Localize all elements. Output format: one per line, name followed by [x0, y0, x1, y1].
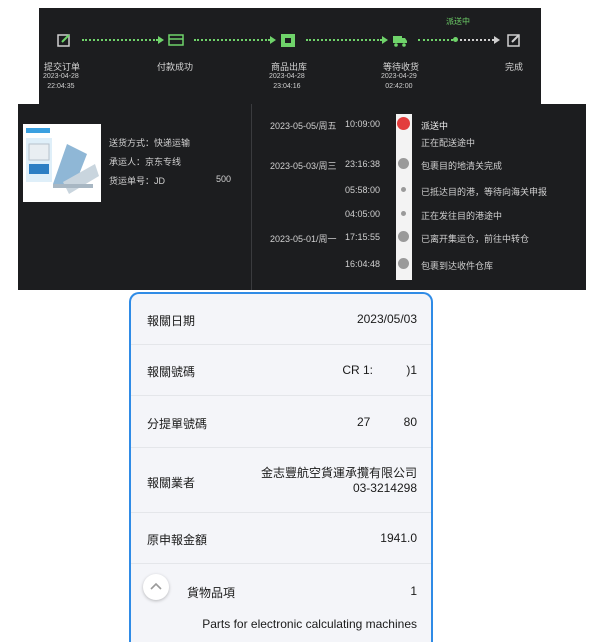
timeline-track — [396, 114, 412, 280]
carrier: 承运人：京东专线 — [109, 157, 182, 167]
sub-bill-number-row: 分提單號碼 27 80 — [131, 396, 431, 448]
row-value: 27 80 — [356, 415, 417, 429]
timeline-time: 10:09:00 — [345, 119, 381, 129]
timeline-status: 正在发往目的港途中 — [421, 211, 503, 221]
row-label: 原申報金額 — [147, 533, 208, 547]
shipment-panel: 送货方式：快递运输 承运人：京东专线 货运单号：JD 500 2023-05-0… — [18, 104, 586, 290]
delivering-status-icon — [397, 117, 410, 130]
timeline-dot — [401, 187, 406, 192]
truck-icon — [393, 36, 407, 47]
row-value: CR 1: )1 — [342, 363, 417, 377]
submit-order-icon — [57, 34, 70, 47]
product-thumbnail[interactable] — [23, 124, 101, 202]
timeline-date: 2023-05-03/周三 — [270, 161, 337, 171]
progress-connector — [82, 39, 158, 41]
timeline-detail: 正在配送途中 — [421, 138, 476, 148]
row-value: 金志豐航空貨運承攬有限公司 — [260, 466, 417, 480]
row-label: 報關業者 — [147, 476, 196, 490]
timeline-status: 已抵达目的港，等待向海关申报 — [421, 187, 548, 197]
progress-connector — [418, 39, 453, 41]
product-image — [23, 124, 101, 202]
declaration-number-row: 報關號碼 CR 1: )1 — [131, 345, 431, 396]
progress-connector — [306, 39, 382, 41]
payment-icon — [168, 34, 184, 46]
chevron-up-icon — [150, 582, 162, 590]
row-value: 1941.0 — [380, 531, 417, 545]
timeline-time: 17:15:55 — [345, 232, 381, 242]
step-label-complete: 完成 — [505, 62, 524, 72]
row-value: 2023/05/03 — [356, 312, 417, 326]
row-label: 報關號碼 — [147, 365, 196, 379]
progress-connector — [194, 39, 270, 41]
customs-declaration-card: 報關日期 2023/05/03 報關號碼 CR 1: )1 分提單號碼 27 8… — [129, 292, 433, 642]
complete-icon — [507, 34, 520, 47]
row-value-phone: 03-3214298 — [352, 481, 417, 495]
collapse-button[interactable] — [143, 574, 169, 600]
timeline-date: 2023-05-01/周一 — [270, 234, 337, 244]
declaration-date-row: 報關日期 2023/05/03 — [131, 294, 431, 345]
warehouse-out-icon — [281, 34, 295, 47]
progress-arrow — [270, 36, 276, 44]
goods-items-label: 貨物品項 — [187, 586, 236, 600]
panel-divider — [251, 104, 252, 290]
timeline-status-current: 派送中 — [421, 121, 449, 131]
row-label: 報關日期 — [147, 314, 196, 328]
timeline-status: 包裹到达收件仓库 — [421, 261, 494, 271]
row-label: 分提單號碼 — [147, 417, 208, 431]
timeline-status: 已离开集运仓，前往中转仓 — [421, 234, 530, 244]
consolidation-icon — [398, 231, 409, 242]
progress-arrow-pending — [494, 36, 500, 44]
timeline-time: 04:05:00 — [345, 209, 381, 219]
delivery-method: 送货方式：快递运输 — [109, 138, 191, 148]
warehouse-arrival-icon — [398, 258, 409, 269]
order-progress-panel: 派送中 提交订单 2023-04-28 22:04:35 付款成功 商品出库 2… — [39, 8, 541, 104]
step-date-submit: 2023-04-28 22:04:35 — [43, 73, 79, 90]
item-description: Parts for electronic calculating machine… — [202, 617, 417, 631]
step-date-shipped: 2023-04-28 23:04:16 — [269, 73, 305, 90]
progress-arrow — [158, 36, 164, 44]
step-date-awaiting: 2023-04-29 02:42:00 — [381, 73, 417, 90]
timeline-dot — [401, 211, 406, 216]
timeline-time: 16:04:48 — [345, 259, 381, 269]
tracking-number-tail: 500 — [216, 174, 232, 184]
declared-amount-row: 原申報金額 1941.0 — [131, 513, 431, 564]
timeline-time: 05:58:00 — [345, 185, 381, 195]
timeline-time: 23:16:38 — [345, 159, 381, 169]
goods-items-count: 1 — [410, 584, 417, 598]
customs-cleared-icon — [398, 158, 409, 169]
timeline-status: 包裹目的地清关完成 — [421, 161, 503, 171]
current-position-dot — [453, 37, 458, 42]
progress-connector-pending — [460, 39, 494, 41]
step-label-payment: 付款成功 — [157, 62, 194, 72]
customs-broker-row: 報關業者 金志豐航空貨運承攬有限公司 03-3214298 — [131, 448, 431, 513]
timeline-date: 2023-05-05/周五 — [270, 121, 337, 131]
progress-arrow — [382, 36, 388, 44]
tracking-number-label: 货运单号：JD — [109, 176, 165, 186]
current-step-tag: 派送中 — [446, 17, 470, 26]
